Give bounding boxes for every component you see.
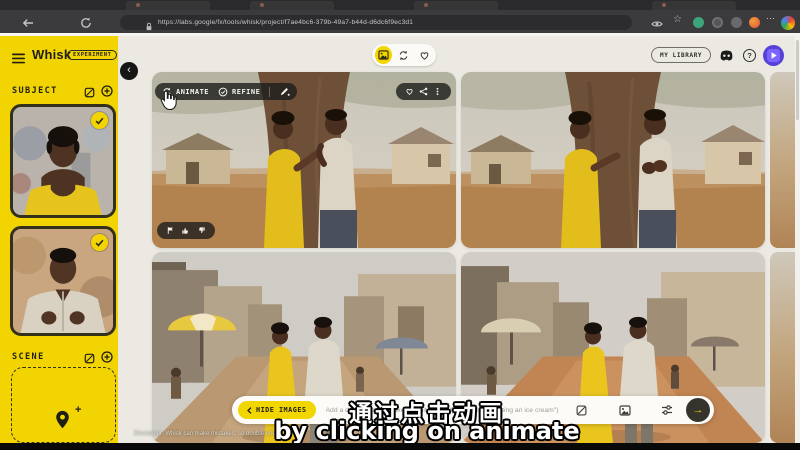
cycle-view-button[interactable] bbox=[395, 46, 412, 64]
partial-result-image-bottom[interactable] bbox=[770, 252, 796, 443]
page-top-edge bbox=[0, 33, 800, 36]
bottom-black-bar bbox=[0, 443, 800, 450]
browser-tab-strip bbox=[0, 0, 800, 10]
report-flag-icon[interactable] bbox=[166, 226, 175, 235]
selected-check-icon bbox=[91, 112, 108, 129]
chevron-left-icon bbox=[247, 407, 252, 414]
chevron-left-icon: ‹ bbox=[127, 64, 131, 76]
share-eye-icon[interactable] bbox=[651, 17, 663, 29]
tab-favicon bbox=[260, 3, 264, 7]
heart-icon bbox=[419, 50, 430, 61]
extension-icon-orange[interactable] bbox=[749, 17, 760, 28]
tab-favicon bbox=[424, 3, 428, 7]
url-text: https://labs.google/fx/tools/whisk/proje… bbox=[158, 19, 413, 26]
feedback-pill bbox=[157, 222, 215, 239]
add-image-icon[interactable] bbox=[619, 405, 631, 416]
add-subject-plus-icon[interactable] bbox=[101, 84, 113, 102]
subject-gallery-icon[interactable] bbox=[84, 85, 95, 103]
browser-profile-avatar[interactable] bbox=[781, 16, 795, 30]
result-image-2[interactable] bbox=[461, 72, 765, 248]
whisk-app: ANIMATE REFINE bbox=[0, 0, 800, 450]
scene-dropzone[interactable]: + bbox=[11, 367, 116, 443]
view-toolbar bbox=[372, 44, 436, 66]
refresh-button[interactable] bbox=[80, 16, 92, 28]
extension-icon-star[interactable] bbox=[731, 17, 742, 28]
submit-prompt-button[interactable]: → bbox=[686, 398, 710, 422]
edit-pen-icon[interactable] bbox=[279, 86, 290, 97]
check-circle-icon bbox=[218, 87, 228, 97]
back-button[interactable] bbox=[22, 16, 34, 28]
add-scene-plus-icon[interactable] bbox=[101, 350, 113, 368]
subject-card-1[interactable] bbox=[10, 104, 116, 218]
more-kebab-icon[interactable] bbox=[433, 87, 442, 96]
scene-plus-glyph: + bbox=[75, 404, 81, 416]
image-view-button[interactable] bbox=[375, 46, 392, 64]
tab-favicon bbox=[662, 3, 666, 7]
my-library-label: MY LIBRARY bbox=[660, 52, 702, 59]
image-actions-pill bbox=[396, 83, 451, 100]
help-button[interactable]: ? bbox=[743, 49, 756, 62]
my-library-button[interactable]: MY LIBRARY bbox=[651, 47, 711, 63]
favorites-view-button[interactable] bbox=[416, 46, 433, 64]
subtitle-english: by clicking on animate bbox=[274, 417, 579, 445]
bookmark-star-icon[interactable]: ☆ bbox=[673, 14, 682, 25]
location-pin-icon bbox=[54, 410, 71, 436]
browser-menu-icon[interactable]: ⋯ bbox=[766, 13, 775, 24]
collapse-sidebar-button[interactable]: ‹ bbox=[120, 62, 138, 80]
divider bbox=[269, 87, 270, 97]
tune-settings-icon[interactable] bbox=[661, 404, 673, 416]
scene-section-label: SCENE bbox=[12, 352, 45, 362]
experiment-badge: EXPERIMENT bbox=[67, 50, 117, 60]
discord-icon[interactable] bbox=[719, 49, 734, 67]
app-title: Whisk bbox=[32, 47, 71, 62]
favorite-heart-icon[interactable] bbox=[405, 87, 414, 96]
refine-button[interactable]: REFINE bbox=[232, 88, 260, 96]
extension-icon-green[interactable] bbox=[693, 17, 704, 28]
thumbs-up-icon[interactable] bbox=[181, 226, 190, 235]
hide-images-label: HIDE IMAGES bbox=[256, 406, 307, 414]
share-icon[interactable] bbox=[419, 87, 428, 96]
cycle-icon bbox=[398, 50, 409, 61]
hand-pointer-cursor bbox=[160, 90, 178, 116]
subject-section-label: SUBJECT bbox=[12, 86, 58, 96]
arrow-right-glyph: → bbox=[693, 404, 704, 416]
url-bar[interactable]: https://labs.google/fx/tools/whisk/proje… bbox=[120, 15, 632, 30]
animate-button[interactable]: ANIMATE bbox=[176, 88, 209, 96]
selected-check-icon bbox=[91, 234, 108, 251]
tab-favicon bbox=[136, 3, 140, 7]
browser-chrome: https://labs.google/fx/tools/whisk/proje… bbox=[0, 0, 800, 33]
subject-card-2[interactable] bbox=[10, 226, 116, 336]
refresh-icon bbox=[80, 17, 92, 29]
disclaimer-text: Disclaimer: Whisk can make mistakes, so … bbox=[134, 431, 286, 437]
sidebar: Whisk EXPERIMENT SUBJECT bbox=[0, 36, 118, 443]
extension-icon-dark[interactable] bbox=[712, 17, 723, 28]
image-off-icon[interactable] bbox=[576, 405, 587, 416]
scrollbar-thumb[interactable] bbox=[796, 40, 799, 120]
user-avatar[interactable] bbox=[763, 45, 784, 66]
play-logo-icon bbox=[767, 49, 780, 62]
image-icon bbox=[378, 50, 389, 60]
thumbs-down-icon[interactable] bbox=[197, 226, 206, 235]
partial-result-image-top[interactable] bbox=[770, 72, 796, 248]
hamburger-menu-icon[interactable] bbox=[12, 51, 25, 69]
lock-icon bbox=[145, 18, 153, 36]
arrow-left-icon bbox=[22, 17, 34, 29]
question-glyph: ? bbox=[747, 51, 752, 60]
